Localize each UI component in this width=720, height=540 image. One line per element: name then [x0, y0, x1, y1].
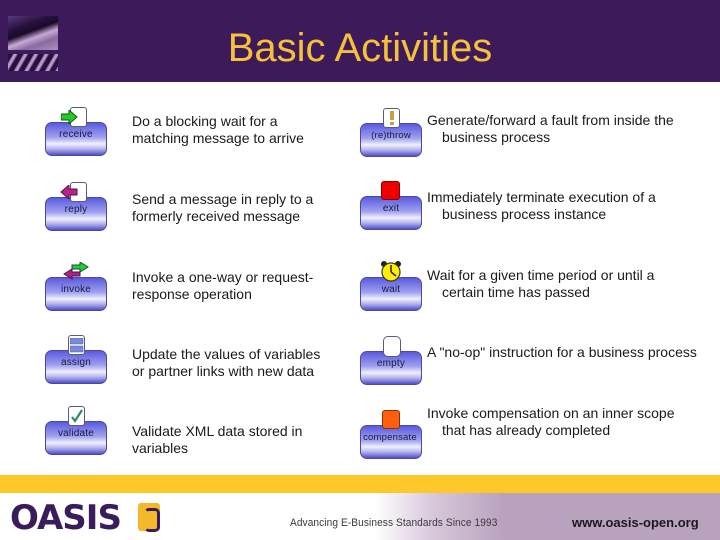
activity-label: empty — [376, 358, 406, 369]
exclamation-icon — [390, 111, 394, 125]
footer-accent-bar — [0, 475, 720, 493]
activity-description: Invoke a one-way or request- response op… — [132, 269, 314, 302]
activity-reply: reply — [45, 182, 107, 232]
bidirectional-arrows-icon — [63, 262, 89, 280]
activity-description: Validate XML data stored in variables — [132, 423, 303, 456]
activity-description: Wait for a given time period or until a … — [427, 267, 655, 300]
oasis-logo: OASIS — [10, 498, 122, 538]
activity-description: Invoke compensation on an inner scope th… — [427, 405, 675, 438]
empty-icon — [383, 336, 401, 357]
activity-assign: assign — [45, 335, 107, 385]
activity-label: compensate — [363, 432, 417, 443]
activity-label: wait — [381, 284, 401, 295]
activity-validate: validate — [45, 406, 107, 456]
activity-label: invoke — [60, 284, 92, 295]
activity-description: Send a message in reply to a formerly re… — [132, 191, 314, 224]
activity-label: exit — [382, 203, 400, 214]
stop-icon — [381, 181, 400, 200]
compensate-icon — [382, 410, 400, 429]
activity-wait: wait — [360, 261, 422, 312]
activity-description: Do a blocking wait for a matching messag… — [132, 113, 304, 146]
clock-icon — [381, 261, 401, 282]
activity-receive: receive — [45, 107, 107, 157]
activity-description: A "no-op" instruction for a business pro… — [427, 344, 697, 360]
activity-label: reply — [64, 204, 88, 215]
activity-label: (re)throw — [371, 130, 411, 141]
activity-description: Update the values of variables or partne… — [132, 346, 321, 379]
oasis-mark-icon — [138, 503, 160, 532]
activity-exit: exit — [360, 181, 422, 231]
footer-tagline: Advancing E-Business Standards Since 199… — [290, 517, 498, 529]
activity-description: Generate/forward a fault from inside the… — [427, 112, 674, 145]
activity-compensate: compensate — [360, 410, 422, 460]
outbound-arrow-icon — [60, 185, 78, 199]
activity-throw: (re)throw — [360, 108, 422, 158]
activity-label: receive — [59, 129, 93, 140]
footer-url-link[interactable]: www.oasis-open.org — [572, 515, 699, 530]
page-title: Basic Activities — [227, 26, 493, 70]
activity-invoke: invoke — [45, 262, 107, 312]
inbound-arrow-icon — [61, 110, 78, 124]
activity-empty: empty — [360, 336, 422, 386]
activity-label: validate — [57, 428, 95, 439]
activity-description: Immediately terminate execution of a bus… — [427, 189, 656, 222]
activity-label: assign — [60, 357, 92, 368]
header-banner: Basic Activities — [0, 0, 720, 82]
assign-icon — [70, 338, 84, 353]
checkmark-icon — [71, 409, 83, 423]
